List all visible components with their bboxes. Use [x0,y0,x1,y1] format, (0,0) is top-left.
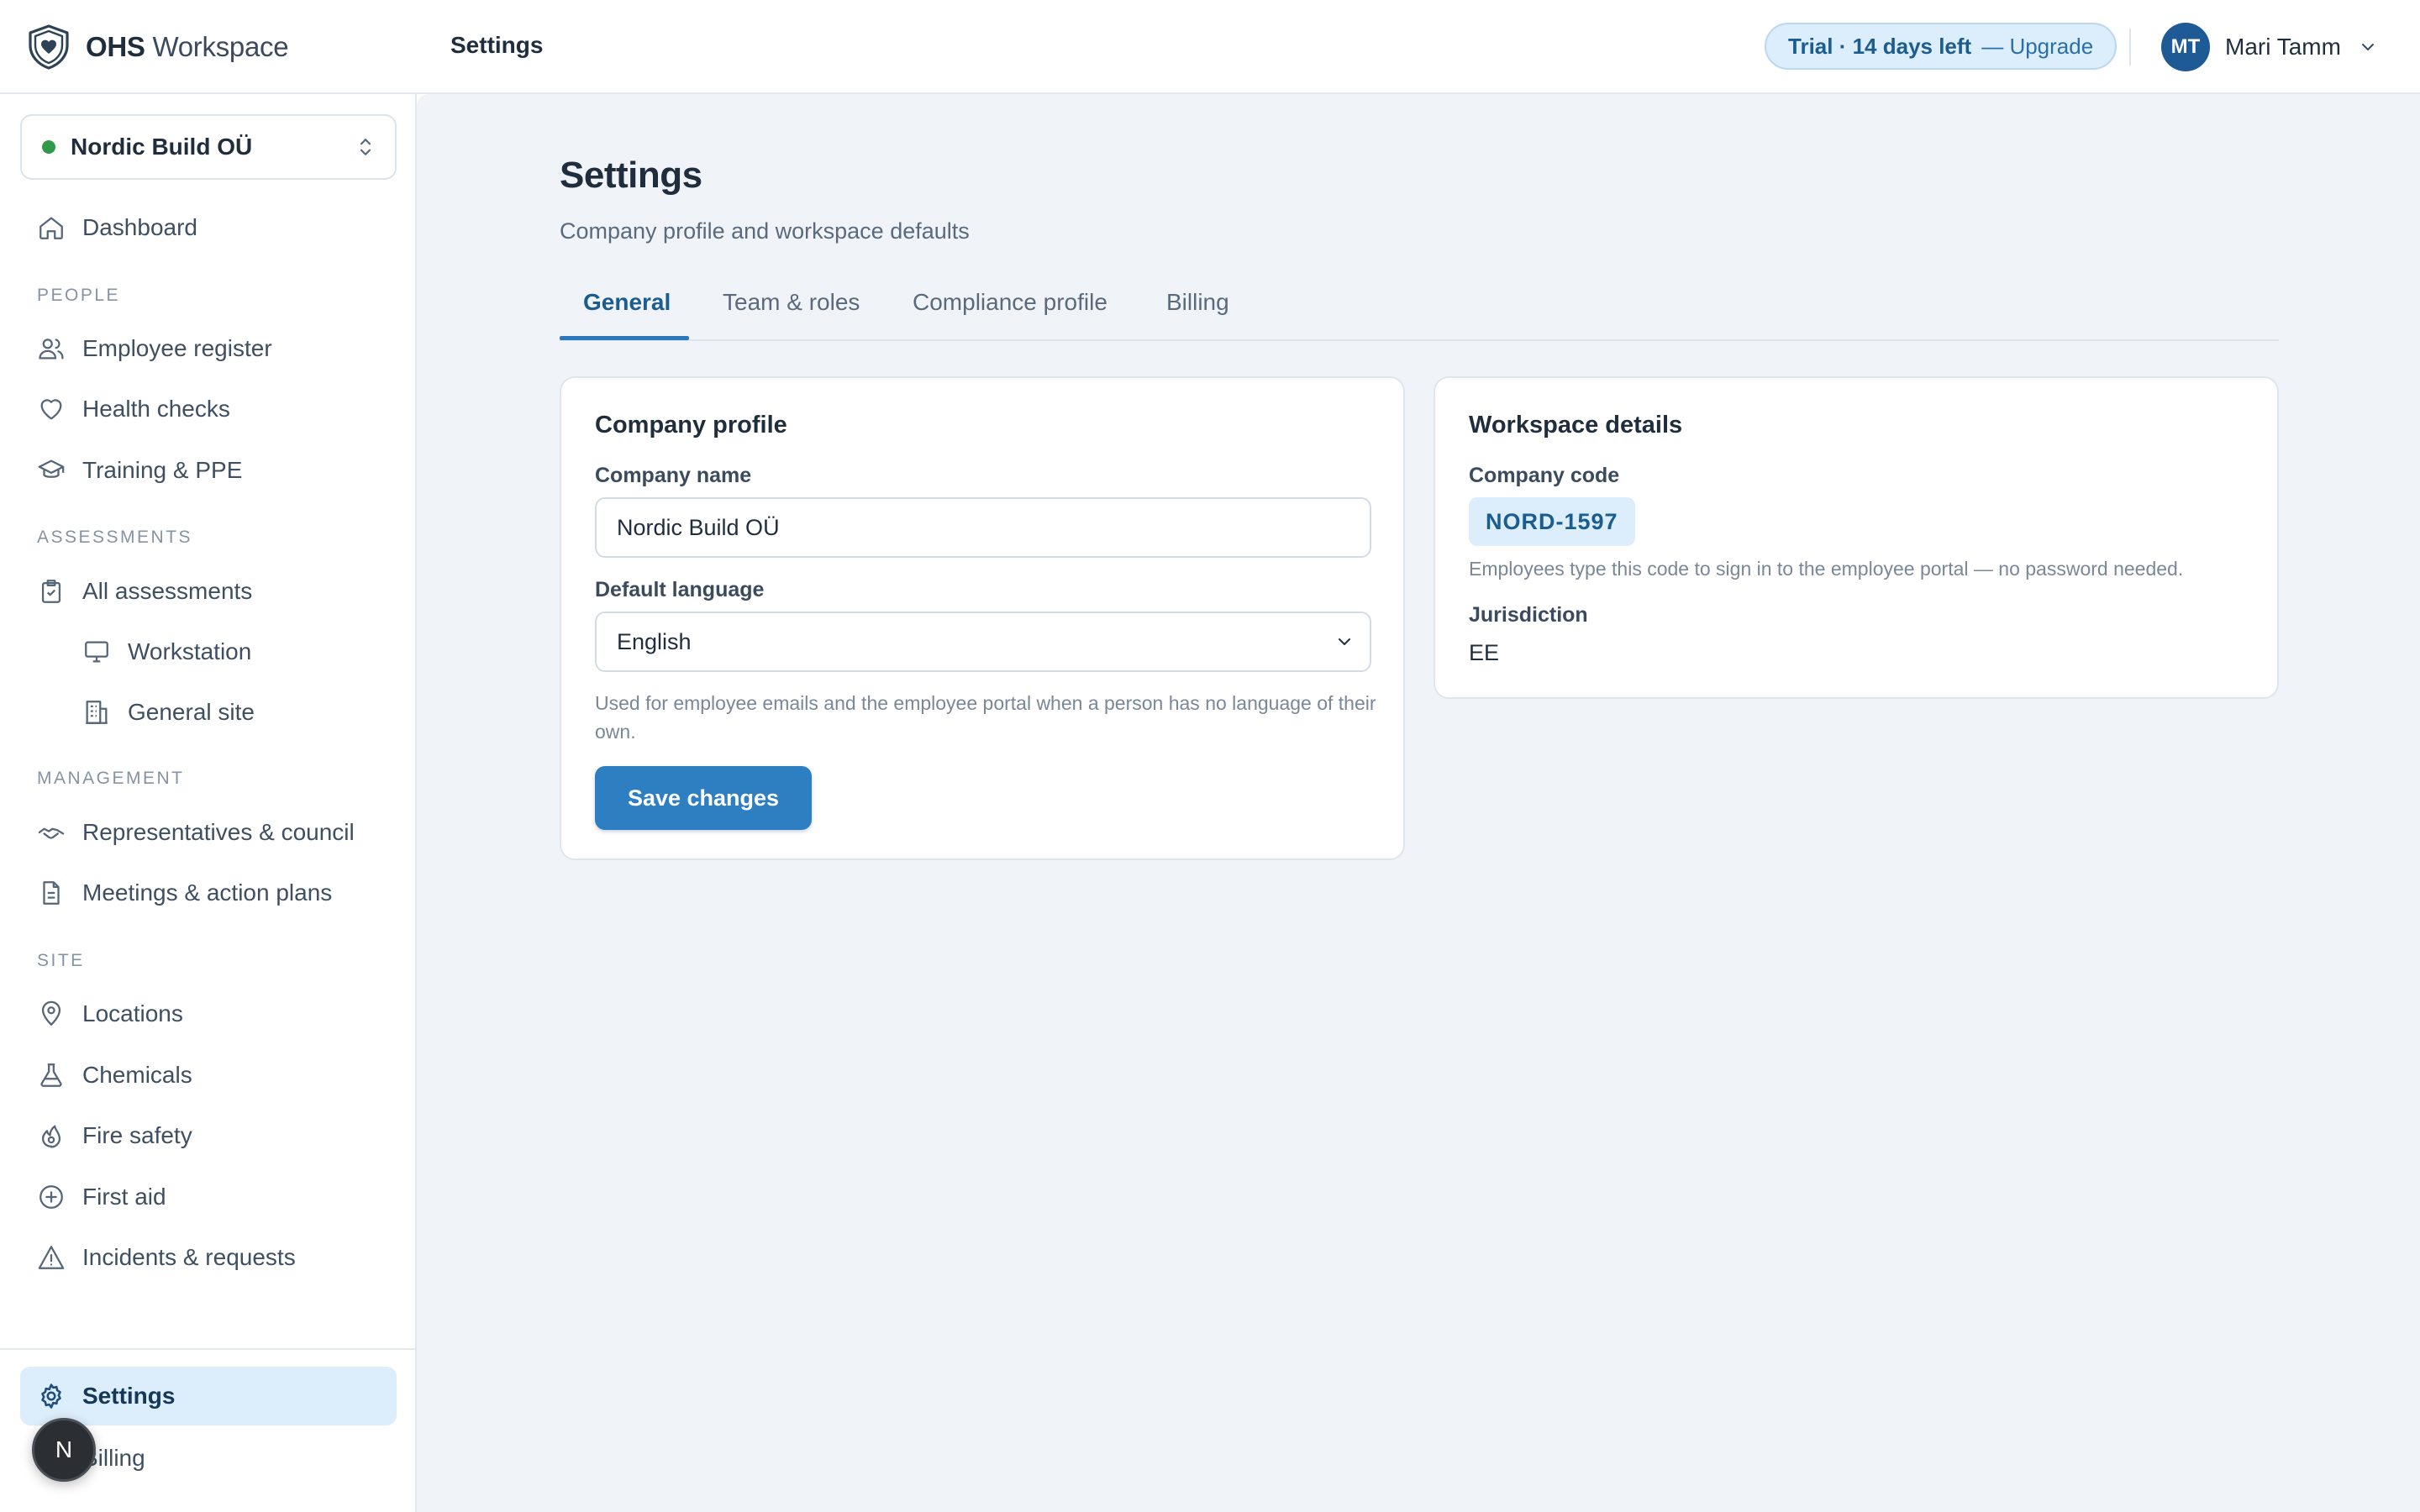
sidebar-item-label: General site [128,699,255,725]
sidebar-item-employee-register[interactable]: Employee register [20,321,397,376]
flask-icon [40,1063,62,1087]
shield-heart-icon [29,24,69,70]
sidebar-item-label: Representatives & council [82,819,355,845]
brand-logo[interactable]: OHS Workspace [27,24,289,71]
sidebar-item-representatives[interactable]: Representatives & council [20,805,397,860]
sidebar-item-label: Fire safety [82,1122,192,1148]
gear-icon [41,1383,61,1409]
sidebar-divider [0,1348,415,1350]
default-language-label: Default language [595,578,765,601]
chevron-down-icon [1339,638,1350,645]
avatar: MT [2161,23,2210,71]
sidebar-item-general-site[interactable]: General site [20,685,397,740]
home-icon [39,217,63,239]
sidebar-item-label: Incidents & requests [82,1244,296,1270]
user-name: Mari Tamm [2225,34,2341,60]
company-name-label: Company name [595,464,752,487]
settings-tabs: General Team & roles Compliance profile … [560,274,2279,341]
main-content: Settings Company profile and workspace d… [417,94,2420,1512]
sidebar-item-label: Employee register [82,335,272,361]
sidebar-item-locations[interactable]: Locations [20,986,397,1042]
plus-circle-icon [39,1185,63,1209]
sidebar-item-label: Workstation [128,638,252,664]
workspace-details-card: Workspace details Company code NORD-1597… [1434,376,2279,699]
card-title: Company profile [595,412,787,438]
company-code-help-text: Employees type this code to sign in to t… [1469,558,2184,580]
company-name-input[interactable]: Nordic Build OÜ [595,497,1371,558]
sidebar-item-workstation[interactable]: Workstation [20,624,397,680]
handshake-icon [38,827,65,839]
tab-team-roles[interactable]: Team & roles [723,289,860,316]
section-label-people: PEOPLE [37,286,121,305]
org-name: Nordic Build OÜ [71,134,253,160]
topbar-page-title: Settings [450,32,544,58]
section-label-assessments: ASSESSMENTS [37,528,193,547]
top-bar: OHS Workspace Settings Trial · 14 days l… [0,0,2420,94]
company-code-badge: NORD-1597 [1469,497,1635,546]
sidebar: Nordic Build OÜ Dashboard PEOPLE Employe… [0,94,417,1512]
tab-general[interactable]: General [583,289,671,316]
tab-billing[interactable]: Billing [1166,289,1229,316]
sidebar-item-all-assessments[interactable]: All assessments [20,564,397,619]
sidebar-item-first-aid[interactable]: First aid [20,1169,397,1225]
org-switcher[interactable]: Nordic Build OÜ [20,114,397,180]
company-code-label: Company code [1469,464,1620,487]
sidebar-item-label: Meetings & action plans [82,879,333,906]
sidebar-item-label: All assessments [82,578,253,604]
alert-triangle-icon [38,1246,65,1269]
sidebar-item-chemicals[interactable]: Chemicals [20,1047,397,1103]
monitor-icon [85,641,108,663]
topbar-divider [2129,29,2131,66]
sidebar-item-fire-safety[interactable]: Fire safety [20,1108,397,1163]
sidebar-item-label: Health checks [82,396,230,422]
sidebar-item-health-checks[interactable]: Health checks [20,381,397,437]
default-language-value: English [617,628,692,654]
sidebar-item-label: Dashboard [82,214,197,240]
tab-compliance-profile[interactable]: Compliance profile [913,289,1107,316]
page-title: Settings [560,155,702,196]
language-help-text: Used for employee emails and the employe… [595,692,1376,743]
jurisdiction-value: EE [1469,640,1500,665]
heart-icon [40,399,62,420]
sidebar-item-label: First aid [82,1184,166,1210]
page-subtitle: Company profile and workspace defaults [560,218,970,244]
trial-text: Trial · 14 days left [1788,33,1972,59]
jurisdiction-label: Jurisdiction [1469,603,1588,627]
sidebar-item-label: Chemicals [82,1062,192,1088]
trial-badge[interactable]: Trial · 14 days left — Upgrade [1765,23,2118,70]
users-icon [39,339,64,360]
card-title: Workspace details [1469,412,1683,438]
chevron-updown-icon [360,139,371,155]
clipboard-icon [41,580,61,603]
sidebar-item-meetings[interactable]: Meetings & action plans [20,865,397,921]
section-label-management: MANAGEMENT [37,769,185,788]
user-menu[interactable]: MT Mari Tamm [2161,23,2378,71]
sidebar-item-label: Settings [82,1383,176,1409]
company-name-value: Nordic Build OÜ [617,514,780,540]
flame-icon [41,1125,61,1148]
document-icon [43,881,60,905]
brand-name: OHS Workspace [86,31,289,62]
sidebar-item-dashboard[interactable]: Dashboard [20,200,397,255]
sidebar-item-label: Locations [82,1000,183,1026]
graduation-cap-icon [38,459,65,478]
default-language-select[interactable]: English [595,612,1371,672]
section-label-site: SITE [37,951,85,970]
sidebar-item-training-ppe[interactable]: Training & PPE [20,443,397,498]
sidebar-item-label: Training & PPE [82,457,243,483]
assistant-launcher-button[interactable]: N [32,1418,96,1482]
active-tab-indicator [560,336,689,340]
building-icon [86,701,108,724]
org-status-dot [42,140,55,154]
chevron-down-icon [2361,44,2374,50]
sidebar-item-incidents[interactable]: Incidents & requests [20,1230,397,1285]
company-profile-card: Company profile Company name Nordic Buil… [560,376,1405,860]
sidebar-item-settings[interactable]: Settings [20,1367,397,1425]
save-changes-button[interactable]: Save changes [595,766,812,830]
upgrade-link[interactable]: — Upgrade [1981,34,2093,60]
map-pin-icon [41,1000,61,1026]
